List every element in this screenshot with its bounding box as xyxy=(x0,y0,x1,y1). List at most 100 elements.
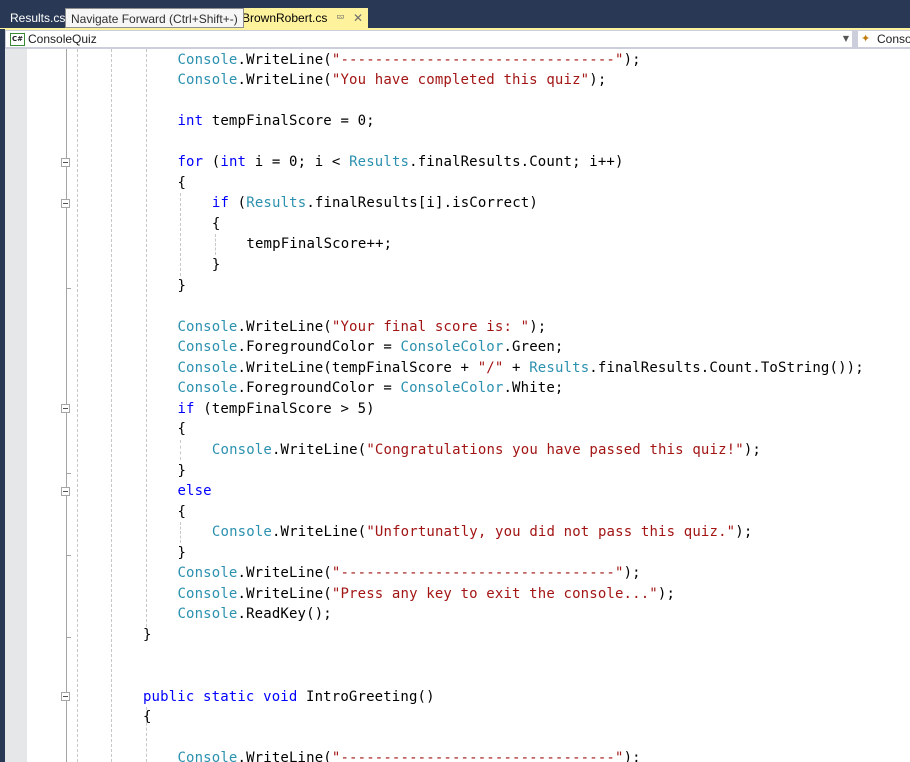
outline-end-tick xyxy=(66,287,71,289)
code-token: } xyxy=(177,462,187,479)
code-line[interactable]: Console.WriteLine("---------------------… xyxy=(177,563,640,583)
code-line[interactable]: for (int i = 0; i < Results.finalResults… xyxy=(177,152,623,172)
code-token: { xyxy=(177,503,187,520)
code-token: ); xyxy=(623,750,641,762)
collapse-toggle-icon[interactable] xyxy=(61,404,70,414)
indent-guide xyxy=(77,49,78,762)
code-token: .WriteLine( xyxy=(237,565,332,582)
code-line[interactable]: } xyxy=(177,276,186,296)
code-token: void xyxy=(263,688,298,705)
member-label: Conso xyxy=(877,32,910,46)
code-token: .ForegroundColor = xyxy=(237,380,401,397)
code-line[interactable]: Console.WriteLine("Unfortunatly, you did… xyxy=(212,522,753,542)
code-token: Console xyxy=(211,441,272,458)
code-line[interactable]: Console.ForegroundColor = ConsoleColor.W… xyxy=(177,378,563,398)
code-token: IntroGreeting() xyxy=(297,688,435,705)
code-editor[interactable]: Console.WriteLine("---------------------… xyxy=(5,49,910,762)
code-token: Console xyxy=(177,565,238,582)
code-token: "Your final score is: " xyxy=(331,318,530,335)
code-token: Console xyxy=(177,72,238,89)
project-dropdown[interactable]: C# ConsoleQuiz ▼ xyxy=(5,30,853,48)
code-token: Console xyxy=(177,359,238,376)
code-line[interactable]: int tempFinalScore = 0; xyxy=(177,111,374,131)
code-token: if xyxy=(177,400,195,417)
code-line[interactable]: Console.WriteLine("---------------------… xyxy=(177,748,640,762)
code-token: ); xyxy=(589,72,607,89)
collapse-toggle-icon[interactable] xyxy=(61,692,70,702)
pin-icon[interactable]: ⮹ xyxy=(336,8,345,29)
code-token: "Press any key to exit the console..." xyxy=(331,585,658,602)
code-token: ( xyxy=(229,195,247,212)
outline-end-tick xyxy=(66,636,71,638)
code-line[interactable]: } xyxy=(177,461,186,481)
code-line[interactable]: Console.WriteLine("---------------------… xyxy=(177,50,640,70)
code-token: .WriteLine( xyxy=(271,441,367,458)
indent-guide xyxy=(111,49,113,762)
code-token: Console xyxy=(211,524,272,541)
code-line[interactable]: tempFinalScore++; xyxy=(246,234,392,254)
code-line[interactable]: Console.WriteLine(tempFinalScore + "/" +… xyxy=(177,358,863,378)
tab-brownrobert-cs[interactable]: BrownRobert.cs ⮹ ✕ xyxy=(236,8,368,29)
code-token: ); xyxy=(623,565,641,582)
code-token: .WriteLine( xyxy=(271,524,367,541)
code-token: .finalResults.Count.ToString()); xyxy=(589,359,864,376)
code-token: } xyxy=(142,626,152,643)
code-token: Console xyxy=(177,339,238,356)
indent-guide xyxy=(180,439,182,461)
code-line[interactable]: } xyxy=(212,255,221,275)
code-line[interactable]: if (tempFinalScore > 5) xyxy=(177,399,374,419)
tab-label: Results.cs xyxy=(10,11,66,25)
code-line[interactable]: Console.ReadKey(); xyxy=(177,604,331,624)
document-tab-bar: Results.cs BrownRobert.cs ⮹ ✕ Navigate F… xyxy=(0,0,910,29)
code-token: ConsoleColor xyxy=(400,380,504,397)
code-token: ); xyxy=(743,441,761,458)
code-token: static xyxy=(203,688,255,705)
code-line[interactable]: { xyxy=(177,502,186,522)
code-line[interactable]: public static void IntroGreeting() xyxy=(143,687,435,707)
code-token: ConsoleColor xyxy=(400,339,504,356)
code-token: Console xyxy=(177,51,238,68)
close-icon[interactable]: ✕ xyxy=(353,8,363,29)
code-line[interactable]: { xyxy=(177,173,186,193)
code-token: "Unfortunatly, you did not pass this qui… xyxy=(366,524,736,541)
code-token: ); xyxy=(529,318,547,335)
code-token: int xyxy=(177,113,204,130)
member-dropdown[interactable]: ✦ Conso xyxy=(857,30,910,48)
code-token: .White; xyxy=(503,380,564,397)
dropdown-arrow-icon[interactable]: ▼ xyxy=(843,31,849,47)
code-line[interactable]: if (Results.finalResults[i].isCorrect) xyxy=(212,193,538,213)
code-line[interactable]: { xyxy=(212,214,221,234)
code-token: for xyxy=(177,154,204,171)
code-token: Console xyxy=(177,750,238,762)
code-token: } xyxy=(211,257,221,273)
code-token: ( xyxy=(203,154,221,171)
code-line[interactable]: Console.WriteLine("You have completed th… xyxy=(177,70,606,90)
code-line[interactable]: } xyxy=(143,625,152,645)
code-line[interactable]: Console.WriteLine("Your final score is: … xyxy=(177,317,546,337)
code-line[interactable]: Console.ForegroundColor = ConsoleColor.G… xyxy=(177,337,563,357)
code-token: .WriteLine( xyxy=(237,72,332,89)
code-line[interactable]: { xyxy=(177,419,186,439)
tab-results-cs[interactable]: Results.cs xyxy=(6,8,69,29)
collapse-toggle-icon[interactable] xyxy=(61,157,70,167)
collapse-toggle-icon[interactable] xyxy=(61,198,70,208)
code-line[interactable]: Console.WriteLine("Congratulations you h… xyxy=(212,440,761,460)
navigation-bar: C# ConsoleQuiz ▼ ✦ Conso xyxy=(5,30,910,49)
code-line[interactable]: else xyxy=(177,481,211,501)
indent-guide xyxy=(145,49,147,627)
code-token: ); xyxy=(735,524,753,541)
code-token: "Congratulations you have passed this qu… xyxy=(366,441,744,458)
code-token: ); xyxy=(657,585,676,602)
code-token: } xyxy=(177,277,187,294)
class-member-icon: ✦ xyxy=(861,32,871,45)
collapse-toggle-icon[interactable] xyxy=(61,486,70,496)
code-token: "You have completed this quiz" xyxy=(331,72,590,89)
code-line[interactable]: Console.WriteLine("Press any key to exit… xyxy=(177,584,675,604)
selection-margin[interactable] xyxy=(5,49,27,762)
code-token: int xyxy=(220,154,247,171)
code-token: if xyxy=(211,195,230,212)
code-line[interactable]: } xyxy=(177,543,186,563)
code-token: Console xyxy=(177,606,238,623)
code-line[interactable]: { xyxy=(143,707,152,727)
